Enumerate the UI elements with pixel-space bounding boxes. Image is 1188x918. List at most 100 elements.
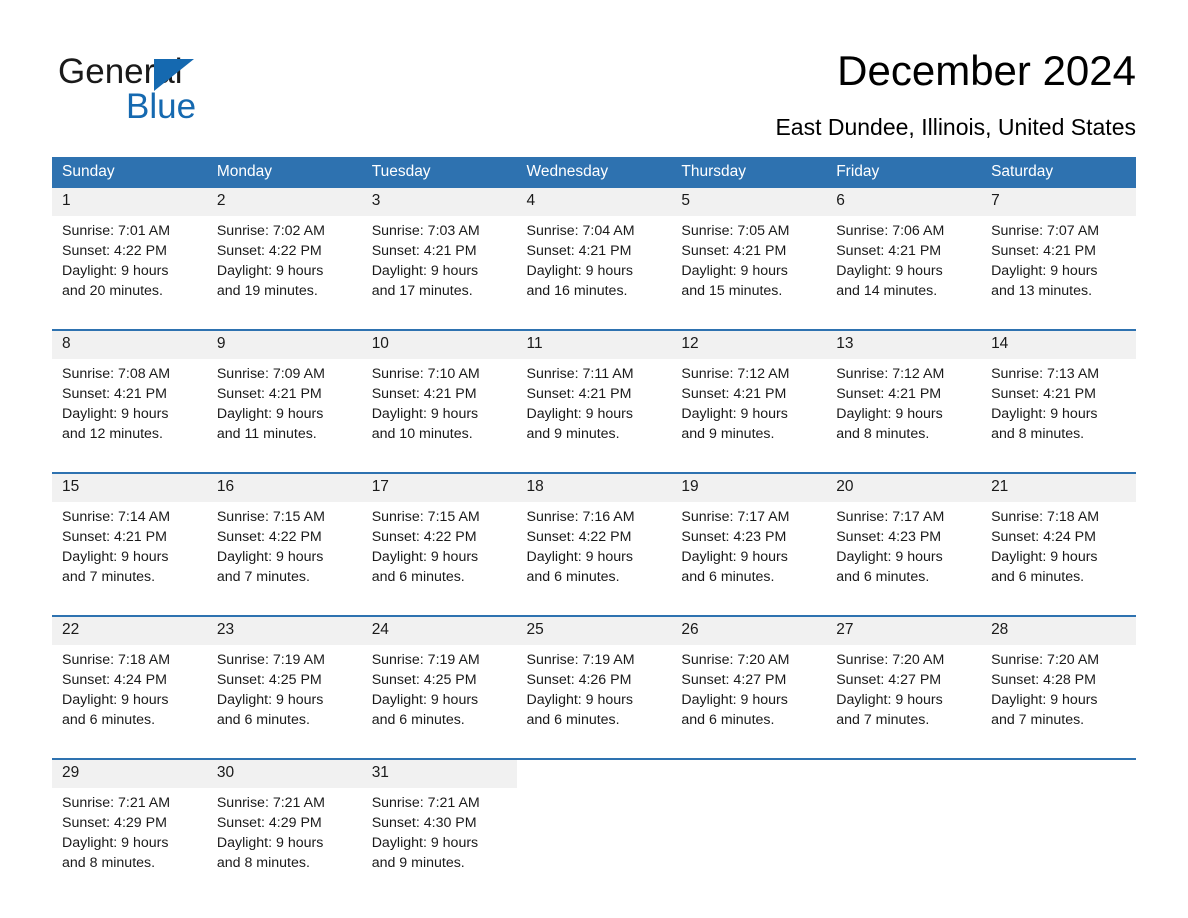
daylight-text-line2: and 20 minutes. — [62, 283, 163, 299]
day-cell[interactable]: Sunrise: 7:10 AM Sunset: 4:21 PM Dayligh… — [361, 359, 517, 473]
sunset-text: Sunset: 4:22 PM — [216, 243, 322, 259]
location-subtitle: East Dundee, Illinois, United States — [775, 114, 1136, 140]
sunset-text: Sunset: 4:21 PM — [526, 386, 632, 402]
day-cell[interactable]: Sunrise: 7:13 AM Sunset: 4:21 PM Dayligh… — [981, 359, 1136, 473]
sunset-text: Sunset: 4:21 PM — [681, 386, 787, 402]
day-cell[interactable]: Sunrise: 7:21 AM Sunset: 4:29 PM Dayligh… — [206, 788, 362, 901]
date-number[interactable]: 20 — [826, 472, 982, 502]
sunrise-text: Sunrise: 7:07 AM — [991, 223, 1100, 239]
date-number[interactable]: 28 — [981, 615, 1136, 645]
calendar-page: General Blue December 2024 East Dundee, … — [0, 0, 1188, 918]
date-number[interactable]: 5 — [671, 188, 827, 216]
day-cell[interactable]: Sunrise: 7:15 AM Sunset: 4:22 PM Dayligh… — [361, 502, 517, 616]
daylight-text-line1: Daylight: 9 hours — [681, 549, 788, 565]
day-cell[interactable]: Sunrise: 7:21 AM Sunset: 4:29 PM Dayligh… — [52, 788, 207, 901]
date-number[interactable]: 3 — [361, 188, 517, 216]
date-number[interactable]: 15 — [52, 472, 207, 502]
daylight-text-line1: Daylight: 9 hours — [216, 263, 324, 279]
calendar-grid: Sunday Monday Tuesday Wednesday Thursday… — [52, 157, 1136, 901]
date-number[interactable]: 26 — [671, 615, 827, 645]
day-cell[interactable]: Sunrise: 7:12 AM Sunset: 4:21 PM Dayligh… — [826, 359, 982, 473]
date-number[interactable]: 6 — [826, 188, 982, 216]
daylight-text-line1: Daylight: 9 hours — [526, 549, 633, 565]
date-number[interactable]: 4 — [516, 188, 672, 216]
day-cell[interactable]: Sunrise: 7:14 AM Sunset: 4:21 PM Dayligh… — [52, 502, 207, 616]
date-number[interactable]: 11 — [516, 329, 672, 359]
date-number[interactable]: 10 — [361, 329, 517, 359]
page-header: General Blue December 2024 East Dundee, … — [0, 0, 1188, 150]
day-cell[interactable]: Sunrise: 7:02 AM Sunset: 4:22 PM Dayligh… — [206, 216, 362, 330]
day-cell[interactable]: Sunrise: 7:08 AM Sunset: 4:21 PM Dayligh… — [52, 359, 207, 473]
empty-date-cell — [826, 758, 982, 788]
date-number[interactable]: 30 — [206, 758, 362, 788]
date-number[interactable]: 8 — [52, 329, 207, 359]
daylight-text-line2: and 10 minutes. — [371, 426, 473, 442]
day-cell[interactable]: Sunrise: 7:09 AM Sunset: 4:21 PM Dayligh… — [206, 359, 362, 473]
sunrise-text: Sunrise: 7:17 AM — [681, 509, 790, 525]
day-cell[interactable]: Sunrise: 7:01 AM Sunset: 4:22 PM Dayligh… — [52, 216, 207, 330]
sunset-text: Sunset: 4:25 PM — [216, 672, 322, 688]
day-cell[interactable]: Sunrise: 7:21 AM Sunset: 4:30 PM Dayligh… — [361, 788, 517, 901]
date-number[interactable]: 14 — [981, 329, 1136, 359]
day-cell[interactable]: Sunrise: 7:20 AM Sunset: 4:27 PM Dayligh… — [826, 645, 982, 759]
daylight-text-line2: and 7 minutes. — [216, 569, 310, 585]
date-number[interactable]: 29 — [52, 758, 207, 788]
sunset-text: Sunset: 4:21 PM — [836, 243, 942, 259]
daylight-text-line1: Daylight: 9 hours — [836, 406, 943, 422]
daylight-text-line1: Daylight: 9 hours — [836, 549, 943, 565]
day-cell[interactable]: Sunrise: 7:12 AM Sunset: 4:21 PM Dayligh… — [671, 359, 827, 473]
sunrise-text: Sunrise: 7:15 AM — [216, 509, 325, 525]
sunset-text: Sunset: 4:21 PM — [62, 386, 167, 402]
daylight-text-line2: and 8 minutes. — [991, 426, 1085, 442]
date-number[interactable]: 24 — [361, 615, 517, 645]
date-number[interactable]: 16 — [206, 472, 362, 502]
day-cell[interactable]: Sunrise: 7:07 AM Sunset: 4:21 PM Dayligh… — [981, 216, 1136, 330]
day-cell[interactable]: Sunrise: 7:04 AM Sunset: 4:21 PM Dayligh… — [516, 216, 672, 330]
day-cell[interactable]: Sunrise: 7:20 AM Sunset: 4:28 PM Dayligh… — [981, 645, 1136, 759]
date-number[interactable]: 19 — [671, 472, 827, 502]
date-number[interactable]: 22 — [52, 615, 207, 645]
page-title: December 2024 — [837, 47, 1136, 94]
day-cell[interactable]: Sunrise: 7:17 AM Sunset: 4:23 PM Dayligh… — [826, 502, 982, 616]
date-number[interactable]: 7 — [981, 188, 1136, 216]
date-number[interactable]: 23 — [206, 615, 362, 645]
date-number[interactable]: 31 — [361, 758, 517, 788]
day-cell[interactable]: Sunrise: 7:19 AM Sunset: 4:26 PM Dayligh… — [516, 645, 672, 759]
date-number[interactable]: 9 — [206, 329, 362, 359]
date-number[interactable]: 2 — [206, 188, 362, 216]
day-cell[interactable]: Sunrise: 7:15 AM Sunset: 4:22 PM Dayligh… — [206, 502, 362, 616]
day-cell[interactable]: Sunrise: 7:16 AM Sunset: 4:22 PM Dayligh… — [516, 502, 672, 616]
day-cell[interactable]: Sunrise: 7:18 AM Sunset: 4:24 PM Dayligh… — [981, 502, 1136, 616]
sunset-text: Sunset: 4:21 PM — [991, 243, 1096, 259]
daylight-text-line1: Daylight: 9 hours — [991, 692, 1098, 708]
date-number[interactable]: 13 — [826, 329, 982, 359]
date-number[interactable]: 27 — [826, 615, 982, 645]
empty-day-cell — [826, 788, 982, 901]
calendar-header-row: Sunday Monday Tuesday Wednesday Thursday… — [52, 157, 1136, 188]
day-cell[interactable]: Sunrise: 7:17 AM Sunset: 4:23 PM Dayligh… — [671, 502, 827, 616]
general-blue-logo[interactable]: General Blue — [58, 52, 318, 132]
daylight-text-line2: and 6 minutes. — [681, 712, 775, 728]
sunrise-text: Sunrise: 7:05 AM — [681, 223, 790, 239]
day-cell[interactable]: Sunrise: 7:20 AM Sunset: 4:27 PM Dayligh… — [671, 645, 827, 759]
sunrise-text: Sunrise: 7:10 AM — [371, 366, 480, 382]
day-cell[interactable]: Sunrise: 7:06 AM Sunset: 4:21 PM Dayligh… — [826, 216, 982, 330]
day-cell[interactable]: Sunrise: 7:18 AM Sunset: 4:24 PM Dayligh… — [52, 645, 207, 759]
day-cell[interactable]: Sunrise: 7:19 AM Sunset: 4:25 PM Dayligh… — [361, 645, 517, 759]
week-detail-row: Sunrise: 7:21 AM Sunset: 4:29 PM Dayligh… — [52, 788, 1136, 901]
sunset-text: Sunset: 4:21 PM — [216, 386, 322, 402]
day-cell[interactable]: Sunrise: 7:11 AM Sunset: 4:21 PM Dayligh… — [516, 359, 672, 473]
week-date-row: 15 16 17 18 19 20 21 — [52, 472, 1136, 502]
week-detail-row: Sunrise: 7:01 AM Sunset: 4:22 PM Dayligh… — [52, 216, 1136, 330]
day-cell[interactable]: Sunrise: 7:05 AM Sunset: 4:21 PM Dayligh… — [671, 216, 827, 330]
date-number[interactable]: 21 — [981, 472, 1136, 502]
day-cell[interactable]: Sunrise: 7:19 AM Sunset: 4:25 PM Dayligh… — [206, 645, 362, 759]
date-number[interactable]: 12 — [671, 329, 827, 359]
sunset-text: Sunset: 4:22 PM — [526, 529, 632, 545]
day-cell[interactable]: Sunrise: 7:03 AM Sunset: 4:21 PM Dayligh… — [361, 216, 517, 330]
date-number[interactable]: 17 — [361, 472, 517, 502]
date-number[interactable]: 18 — [516, 472, 672, 502]
date-number[interactable]: 1 — [52, 188, 207, 216]
date-number[interactable]: 25 — [516, 615, 672, 645]
sunrise-text: Sunrise: 7:19 AM — [216, 652, 325, 668]
